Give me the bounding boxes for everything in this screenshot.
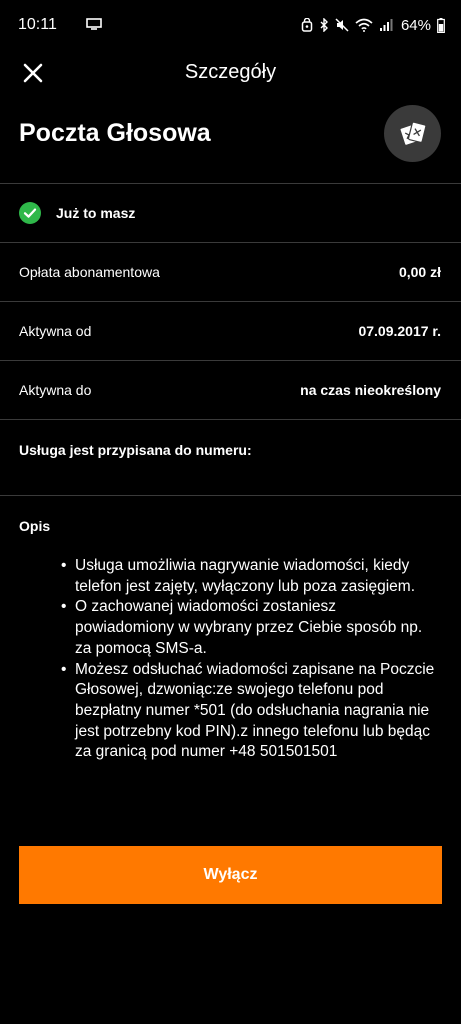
description-heading: Opis [19,518,51,534]
description-item: Usługa umożliwia nagrywanie wiadomości, … [61,556,435,597]
status-time: 10:11 [18,16,57,33]
disable-service-button[interactable]: Wyłącz [19,846,442,904]
active-from-row: Aktywna od 07.09.2017 r. [0,302,461,360]
cast-tv-icon [86,18,102,30]
service-name: Poczta Głosowa [19,119,211,147]
check-circle-icon [19,202,41,224]
alarm-icon [301,18,313,32]
description-list: Usługa umożliwia nagrywanie wiadomości, … [61,556,435,764]
fee-label: Opłata abonamentowa [19,264,160,280]
screen-title: Szczegóły [184,61,277,83]
top-bar: Szczegóły [0,52,461,92]
bluetooth-icon [320,18,328,32]
signal-icon [379,19,393,31]
status-bar: 10:11 64% [0,0,461,52]
description-item: Możesz odsłuchać wiadomości zapisane na … [61,660,435,764]
status-icons: 64% [301,15,445,35]
active-to-value: na czas nieokreślony [300,382,441,398]
fee-value: 0,00 zł [398,264,441,280]
wifi-icon [355,18,373,32]
active-to-row: Aktywna do na czas nieokreślony [0,361,461,419]
active-to-label: Aktywna do [19,382,92,398]
divider [0,495,461,496]
description-item: O zachowanej wiadomości zostaniesz powia… [61,597,435,659]
owned-status-row: Już to masz [0,184,461,242]
active-from-label: Aktywna od [19,323,92,339]
cards-icon [398,121,426,146]
battery-percent: 64% [400,16,431,34]
divider [0,419,461,420]
mute-icon [335,18,349,32]
active-from-value: 07.09.2017 r. [358,323,441,339]
owned-label: Już to masz [56,205,136,221]
battery-icon [437,17,445,33]
assigned-number-label: Usługa jest przypisana do numeru: [19,442,252,458]
cards-button[interactable] [384,105,441,162]
fee-row: Opłata abonamentowa 0,00 zł [0,243,461,301]
